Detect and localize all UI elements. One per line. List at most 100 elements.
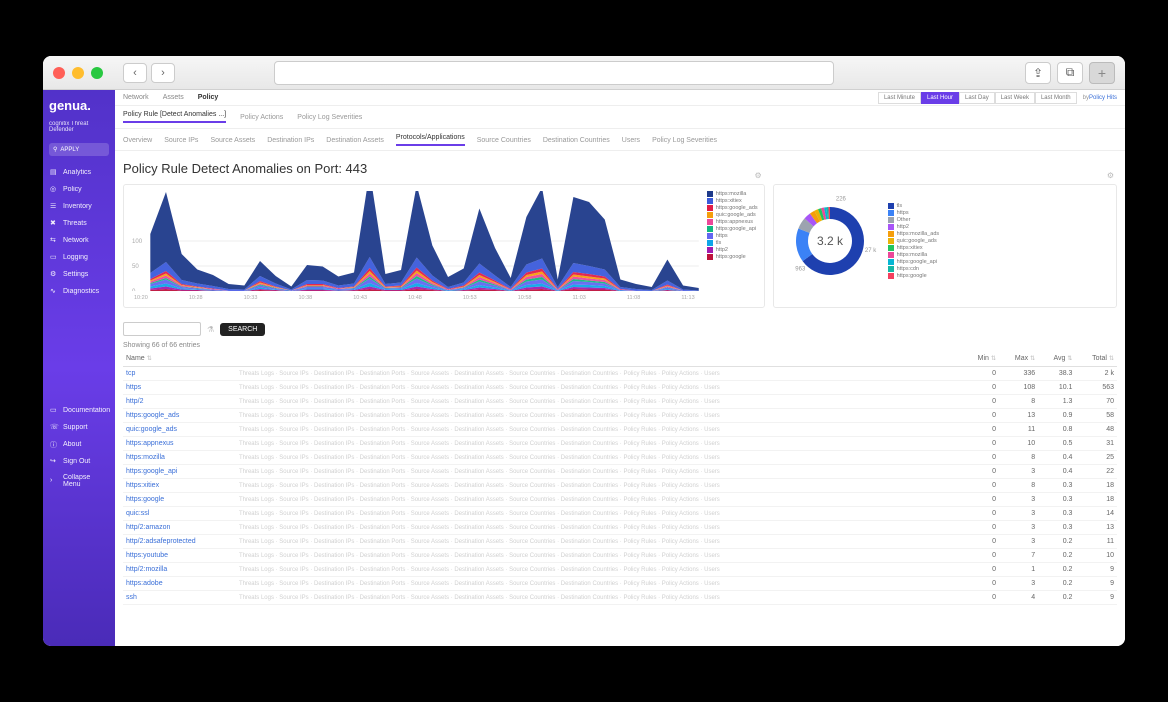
row-name-link[interactable]: http/2:adsafeprotected — [123, 535, 236, 549]
sort-icon[interactable]: ⇅ — [1030, 356, 1035, 362]
subnav2-item[interactable]: Source Countries — [477, 137, 531, 144]
subnav2-item[interactable]: Destination Assets — [326, 137, 384, 144]
table-header[interactable] — [236, 351, 963, 367]
table-header[interactable]: Max⇅ — [999, 351, 1038, 367]
row-name-link[interactable]: https:google_ads — [123, 409, 236, 423]
subnav2-item[interactable]: Policy Log Severities — [652, 137, 717, 144]
row-name-link[interactable]: https:google — [123, 493, 236, 507]
row-tags: Threats Logs · Source IPs · Destination … — [236, 451, 963, 465]
sidebar-item-doc[interactable]: ▭Documentation — [43, 402, 115, 418]
sidebar-item-settings[interactable]: ⚙Settings — [43, 266, 115, 282]
row-tags: Threats Logs · Source IPs · Destination … — [236, 367, 963, 381]
subnav2-item[interactable]: Source IPs — [164, 137, 198, 144]
svg-text:226: 226 — [836, 196, 847, 202]
legend-swatch — [707, 254, 713, 260]
subnav-item[interactable]: Policy Rule [Detect Anomalies ...] — [123, 111, 226, 123]
row-name-link[interactable]: https:adobe — [123, 577, 236, 591]
timerange-last-week[interactable]: Last Week — [995, 92, 1035, 104]
top-tab-network[interactable]: Network — [123, 94, 149, 101]
gear-icon[interactable]: ⚙ — [1107, 171, 1114, 180]
row-name-link[interactable]: quic:ssl — [123, 507, 236, 521]
row-name-link[interactable]: http/2:amazon — [123, 521, 236, 535]
donut-chart: 3.2 k22627 k963 — [780, 191, 880, 291]
svg-text:27 k: 27 k — [865, 248, 877, 254]
sort-icon[interactable]: ⇅ — [147, 356, 152, 362]
timerange-last-hour[interactable]: Last Hour — [921, 92, 959, 104]
sort-icon[interactable]: ⇅ — [1067, 356, 1072, 362]
timerange-last-day[interactable]: Last Day — [959, 92, 995, 104]
row-name-link[interactable]: https:xitiex — [123, 479, 236, 493]
subnav2-item[interactable]: Overview — [123, 137, 152, 144]
row-name-link[interactable]: https — [123, 381, 236, 395]
sort-icon[interactable]: ⇅ — [1109, 356, 1114, 362]
sidebar-item-support[interactable]: ☏Support — [43, 419, 115, 435]
table-header[interactable]: Name⇅ — [123, 351, 236, 367]
legend-item: tls — [707, 240, 758, 246]
table-row: https Threats Logs · Source IPs · Destin… — [123, 381, 1117, 395]
row-name-link[interactable]: quic:google_ads — [123, 423, 236, 437]
sidebar-item-network[interactable]: ⇆Network — [43, 232, 115, 248]
row-name-link[interactable]: http/2 — [123, 395, 236, 409]
maximize-icon[interactable] — [91, 67, 103, 79]
new-tab-button[interactable]: + — [1089, 62, 1115, 84]
sidebar-item-threats[interactable]: ✖Threats — [43, 215, 115, 231]
search-input[interactable] — [123, 322, 201, 336]
subnav-item[interactable]: Policy Log Severities — [297, 114, 362, 121]
sidebar-item-logging[interactable]: ▭Logging — [43, 249, 115, 265]
sidebar-item-about[interactable]: ⓘAbout — [43, 436, 115, 452]
row-name-link[interactable]: https:appnexus — [123, 437, 236, 451]
table-header[interactable]: Min⇅ — [963, 351, 999, 367]
subnav2-item[interactable]: Users — [622, 137, 640, 144]
legend-item: https:mozilla_ads — [888, 231, 940, 237]
settings-icon: ⚙ — [50, 270, 58, 278]
top-tab-assets[interactable]: Assets — [163, 94, 184, 101]
forward-button[interactable]: › — [151, 63, 175, 83]
search-button[interactable]: SEARCH — [220, 323, 265, 336]
gear-icon[interactable]: ⚙ — [754, 171, 761, 180]
filter-icon: ⚲ — [53, 146, 57, 153]
table-row: https:google_ads Threats Logs · Source I… — [123, 409, 1117, 423]
subnav2-item[interactable]: Destination IPs — [267, 137, 314, 144]
row-name-link[interactable]: http/2:mozilla — [123, 563, 236, 577]
sidebar-item-analytics[interactable]: ▤Analytics — [43, 164, 115, 180]
sidebar-item-signout[interactable]: ↪Sign Out — [43, 453, 115, 469]
row-name-link[interactable]: https:mozilla — [123, 451, 236, 465]
subnav2-item[interactable]: Protocols/Applications — [396, 134, 465, 146]
row-tags: Threats Logs · Source IPs · Destination … — [236, 521, 963, 535]
minimize-icon[interactable] — [72, 67, 84, 79]
sidebar-item-diagnostics[interactable]: ∿Diagnostics — [43, 283, 115, 299]
url-input[interactable] — [274, 61, 834, 85]
share-icon[interactable]: ⇪ — [1025, 62, 1051, 84]
legend-item: https:google_api — [707, 226, 758, 232]
subnav2-item[interactable]: Source Assets — [210, 137, 255, 144]
sidebar-item-policy[interactable]: ◎Policy — [43, 181, 115, 197]
close-icon[interactable] — [53, 67, 65, 79]
by-link[interactable]: Policy Hits — [1089, 95, 1117, 101]
legend-item: https:google_ads — [707, 205, 758, 211]
row-name-link[interactable]: ssh — [123, 591, 236, 605]
table-row: http/2 Threats Logs · Source IPs · Desti… — [123, 395, 1117, 409]
sort-icon[interactable]: ⇅ — [991, 356, 996, 362]
showing-count: Showing 66 of 66 entries — [115, 340, 1125, 351]
apply-button[interactable]: ⚲ APPLY — [49, 143, 109, 156]
legend-swatch — [888, 245, 894, 251]
subnav-item[interactable]: Policy Actions — [240, 114, 283, 121]
row-name-link[interactable]: tcp — [123, 367, 236, 381]
legend-item: http2 — [707, 247, 758, 253]
filter-icon[interactable]: ⚗ — [207, 325, 214, 334]
table-header[interactable]: Avg⇅ — [1038, 351, 1075, 367]
subnav2-item[interactable]: Destination Countries — [543, 137, 610, 144]
back-button[interactable]: ‹ — [123, 63, 147, 83]
sidebar-item-collapse[interactable]: ›Collapse Menu — [43, 470, 115, 492]
timerange-last-minute[interactable]: Last Minute — [878, 92, 921, 104]
sidebar-item-inventory[interactable]: ☰Inventory — [43, 198, 115, 214]
timerange-last-month[interactable]: Last Month — [1035, 92, 1077, 104]
about-icon: ⓘ — [50, 440, 58, 448]
row-name-link[interactable]: https:youtube — [123, 549, 236, 563]
row-name-link[interactable]: https:google_api — [123, 465, 236, 479]
top-tab-policy[interactable]: Policy — [198, 94, 219, 101]
table-header[interactable]: Total⇅ — [1075, 351, 1117, 367]
legend-item: https:google — [707, 254, 758, 260]
table-row: https:appnexus Threats Logs · Source IPs… — [123, 437, 1117, 451]
tabs-icon[interactable]: ⧉ — [1057, 62, 1083, 84]
